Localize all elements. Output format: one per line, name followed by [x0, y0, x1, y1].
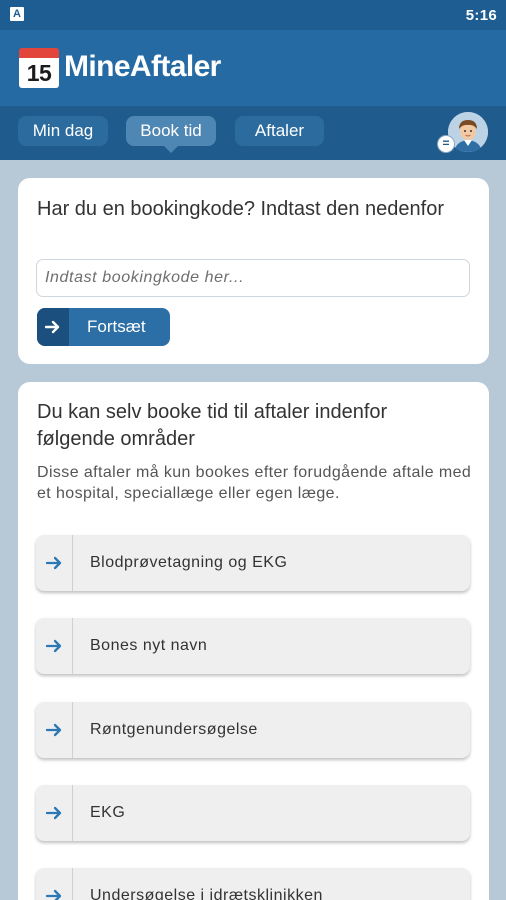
- calendar-day: 15: [19, 58, 59, 88]
- arrow-right-icon: [37, 308, 69, 346]
- tab-bar: Min dag Book tid Aftaler: [0, 106, 506, 160]
- tab-aftaler[interactable]: Aftaler: [235, 116, 324, 146]
- arrow-right-icon: [45, 887, 63, 900]
- areas-description: Disse aftaler må kun bookes efter forudg…: [37, 464, 472, 502]
- area-item-idraetsklinikken[interactable]: Undersøgelse i idrætsklinikken: [36, 868, 470, 900]
- area-item-label: Røntgenundersøgelse: [90, 721, 258, 738]
- booking-code-input[interactable]: [36, 259, 470, 297]
- menu-badge-icon[interactable]: =: [437, 135, 455, 153]
- area-item-label: Bones nyt navn: [90, 637, 208, 654]
- arrow-right-icon: [45, 637, 63, 660]
- app-header: 15 MineAftaler: [0, 30, 506, 106]
- continue-button[interactable]: Fortsæt: [37, 308, 170, 346]
- continue-button-label: Fortsæt: [87, 317, 146, 336]
- notification-a-icon: A: [10, 7, 24, 21]
- arrow-right-icon: [45, 554, 63, 577]
- area-item-roentgen[interactable]: Røntgenundersøgelse: [36, 702, 470, 758]
- booking-code-card: Har du en bookingkode? Indtast den neden…: [18, 178, 489, 364]
- area-item-label: Undersøgelse i idrætsklinikken: [90, 887, 323, 900]
- status-bar: A 5:16: [0, 0, 506, 30]
- tab-min-dag[interactable]: Min dag: [18, 116, 108, 146]
- area-item-label: EKG: [90, 804, 126, 821]
- tab-book-tid[interactable]: Book tid: [126, 116, 216, 146]
- arrow-right-icon: [45, 804, 63, 827]
- area-item-bones-nyt-navn[interactable]: Bones nyt navn: [36, 618, 470, 674]
- status-time: 5:16: [465, 7, 497, 24]
- app-title: MineAftaler: [64, 50, 221, 83]
- booking-areas-card: Du kan selv booke tid til aftaler indenf…: [18, 382, 489, 900]
- area-item-ekg[interactable]: EKG: [36, 785, 470, 841]
- booking-code-heading: Har du en bookingkode? Indtast den neden…: [37, 198, 444, 220]
- active-tab-pointer: [164, 146, 178, 153]
- area-item-blodproevetagning[interactable]: Blodprøvetagning og EKG: [36, 535, 470, 591]
- calendar-logo-icon: 15: [19, 48, 59, 88]
- area-item-label: Blodprøvetagning og EKG: [90, 554, 288, 571]
- arrow-right-icon: [45, 721, 63, 744]
- areas-heading: Du kan selv booke tid til aftaler indenf…: [37, 401, 388, 450]
